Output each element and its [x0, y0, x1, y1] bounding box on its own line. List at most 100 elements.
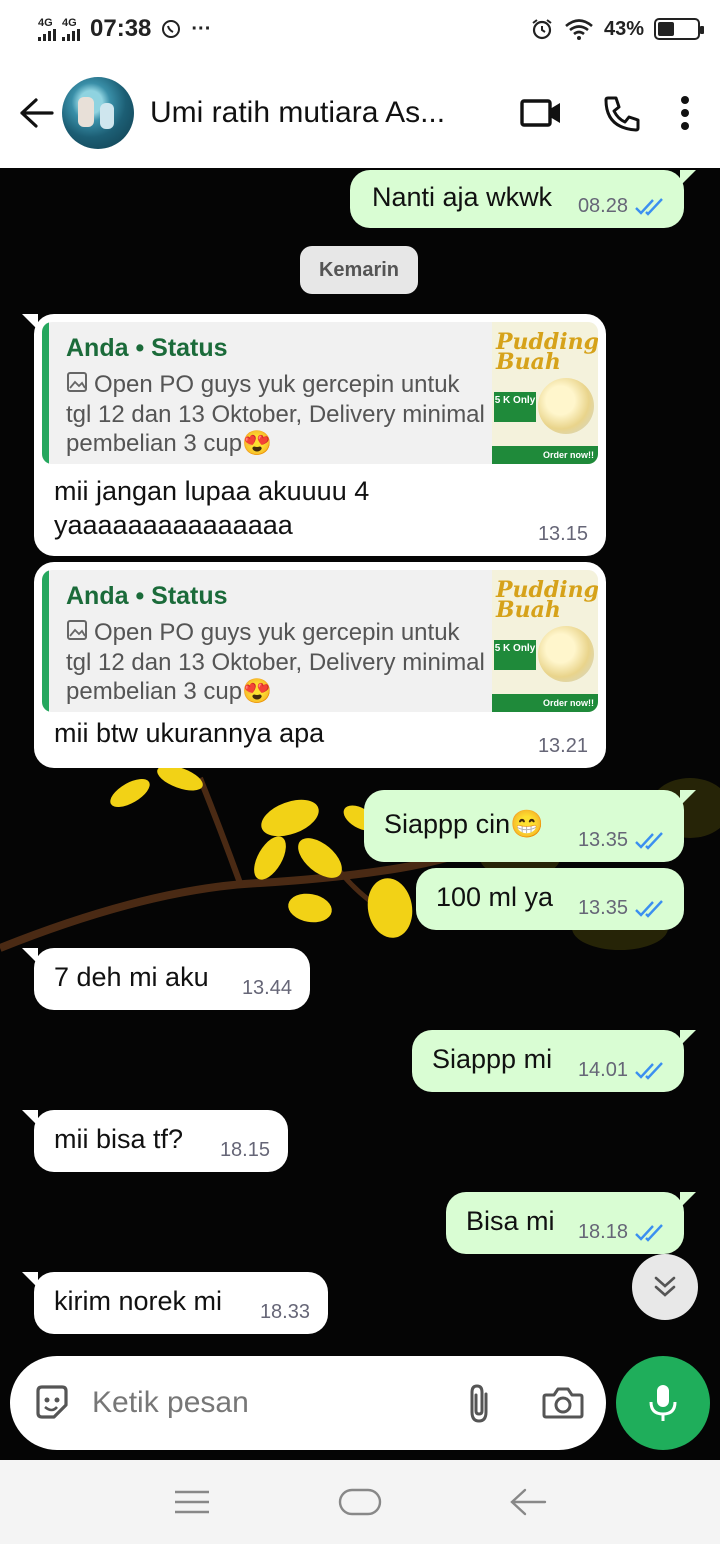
microphone-icon: [647, 1382, 679, 1424]
status-thumbnail: Pudding Buah 5 K Only Order now!!: [492, 570, 598, 712]
read-receipt-icon: [634, 1061, 666, 1080]
camera-icon[interactable]: [542, 1385, 584, 1421]
message-text: mii bisa tf?: [54, 1124, 184, 1154]
message-text: mii btw ukurannya apa: [54, 718, 325, 748]
thumb-price-badge: 5 K Only: [494, 640, 536, 670]
voice-call-icon[interactable]: [602, 94, 640, 132]
thumb-title: Pudding Buah: [496, 329, 598, 375]
wifi-icon: [564, 17, 594, 41]
signal-icon: 4G: [38, 16, 56, 41]
message-meta: 13.35: [578, 829, 666, 852]
more-notifications-icon: ···: [191, 17, 212, 40]
message-text: Bisa mi: [466, 1206, 555, 1236]
message-bubble-outgoing[interactable]: Bisa mi 18.18: [446, 1192, 696, 1254]
message-time: 13.15: [537, 523, 588, 545]
signal-icon-2: 4G: [62, 16, 80, 41]
quote-accent-bar: [42, 322, 49, 464]
message-text: mii jangan lupaa akuuuu 4 yaaaaaaaaaaaaa…: [54, 476, 370, 540]
message-text: Siappp mi: [432, 1044, 553, 1074]
message-meta: 18.33: [260, 1301, 310, 1324]
message-time: 14.01: [577, 1059, 628, 1081]
message-bubble-incoming[interactable]: Anda • Status Open PO guys yuk gercepin …: [22, 314, 606, 556]
message-time: 18.18: [577, 1221, 628, 1243]
message-time: 08.28: [577, 195, 628, 217]
message-time: 13.21: [537, 735, 588, 757]
message-composer[interactable]: Ketik pesan: [10, 1356, 606, 1450]
read-receipt-icon: [634, 831, 666, 850]
video-call-icon[interactable]: [520, 97, 562, 129]
message-meta: 13.15: [538, 523, 588, 546]
image-icon: [66, 371, 88, 400]
message-time: 18.15: [219, 1139, 270, 1161]
thumb-price-badge: 5 K Only: [494, 392, 536, 422]
message-time: 13.35: [577, 829, 628, 851]
message-text: Nanti aja wkwk: [372, 182, 553, 212]
message-bubble-incoming[interactable]: kirim norek mi 18.33: [22, 1272, 328, 1334]
attach-paperclip-icon[interactable]: [466, 1382, 492, 1424]
home-icon[interactable]: [338, 1487, 382, 1517]
message-meta: 14.01: [578, 1059, 666, 1082]
contact-name[interactable]: Umi ratih mutiara As...: [150, 96, 460, 130]
message-bubble-incoming[interactable]: mii bisa tf? 18.15: [22, 1110, 288, 1172]
date-separator: Kemarin: [300, 246, 418, 294]
quote-snippet: Open PO guys yuk gercepin untuk tgl 12 d…: [66, 370, 486, 458]
message-meta: 13.35: [578, 897, 666, 920]
menu-more-icon[interactable]: [680, 95, 690, 131]
quote-text: Open PO guys yuk gercepin untuk tgl 12 d…: [66, 371, 485, 458]
alarm-icon: [530, 17, 554, 41]
thumb-title: Pudding Buah: [496, 577, 598, 623]
bubble-tail: [680, 790, 696, 806]
whatsapp-icon: [161, 19, 181, 39]
bubble-tail: [22, 948, 38, 964]
message-time: 18.33: [259, 1301, 310, 1323]
message-meta: 18.18: [578, 1221, 666, 1244]
message-bubble-incoming[interactable]: Anda • Status Open PO guys yuk gercepin …: [34, 562, 606, 768]
message-text: kirim norek mi: [54, 1286, 223, 1316]
message-time: 13.35: [577, 897, 628, 919]
quoted-status[interactable]: Anda • Status Open PO guys yuk gercepin …: [42, 570, 598, 712]
message-bubble-outgoing[interactable]: Siappp cin😁 13.35: [364, 790, 696, 862]
message-meta: 13.21: [538, 735, 588, 758]
message-bubble-outgoing[interactable]: Siappp mi 14.01: [412, 1030, 696, 1092]
bubble-tail: [22, 314, 38, 330]
message-bubble-outgoing[interactable]: Nanti aja wkwk 08.28: [350, 170, 696, 228]
sticker-emoji-icon[interactable]: [32, 1383, 72, 1423]
clock: 07:38: [90, 15, 152, 42]
thumb-order-strip: Order now!!: [492, 694, 598, 712]
back-nav-icon[interactable]: [509, 1487, 547, 1517]
pudding-cup-image: [538, 378, 594, 434]
message-bubble-incoming[interactable]: 7 deh mi aku 13.44: [22, 948, 310, 1010]
battery-icon: [654, 18, 704, 40]
quote-author: Anda • Status: [66, 582, 228, 610]
voice-message-button[interactable]: [616, 1356, 710, 1450]
network-type-label: 4G: [38, 16, 53, 29]
status-thumbnail: Pudding Buah 5 K Only Order now!!: [492, 322, 598, 464]
message-text: 7 deh mi aku: [54, 962, 209, 992]
bubble-tail: [22, 1110, 38, 1126]
double-chevron-down-icon: [652, 1274, 678, 1300]
message-meta: 18.15: [220, 1139, 270, 1162]
system-nav-bar: [0, 1460, 720, 1544]
bubble-tail: [680, 1192, 696, 1208]
recent-apps-icon[interactable]: [173, 1489, 211, 1515]
contact-avatar[interactable]: [62, 77, 134, 149]
bubble-tail: [680, 170, 696, 186]
message-input[interactable]: Ketik pesan: [92, 1386, 249, 1420]
scroll-to-bottom-button[interactable]: [632, 1254, 698, 1320]
bubble-tail: [680, 1030, 696, 1046]
quoted-status[interactable]: Anda • Status Open PO guys yuk gercepin …: [42, 322, 598, 464]
battery-percent: 43%: [603, 17, 644, 40]
chat-area[interactable]: Nanti aja wkwk 08.28 Kemarin Anda • Stat…: [0, 168, 720, 1460]
chat-header: Umi ratih mutiara As...: [0, 58, 720, 168]
quote-snippet: Open PO guys yuk gercepin untuk tgl 12 d…: [66, 618, 486, 706]
message-bubble-outgoing[interactable]: 100 ml ya 13.35: [416, 868, 684, 930]
message-time: 13.44: [241, 977, 292, 999]
pudding-cup-image: [538, 626, 594, 682]
network-type-label-2: 4G: [62, 16, 77, 29]
message-text: 100 ml ya: [436, 882, 554, 912]
back-arrow-icon[interactable]: [10, 87, 62, 139]
thumb-order-strip: Order now!!: [492, 446, 598, 464]
message-meta: 08.28: [578, 195, 666, 218]
quote-author: Anda • Status: [66, 334, 228, 362]
read-receipt-icon: [634, 899, 666, 918]
